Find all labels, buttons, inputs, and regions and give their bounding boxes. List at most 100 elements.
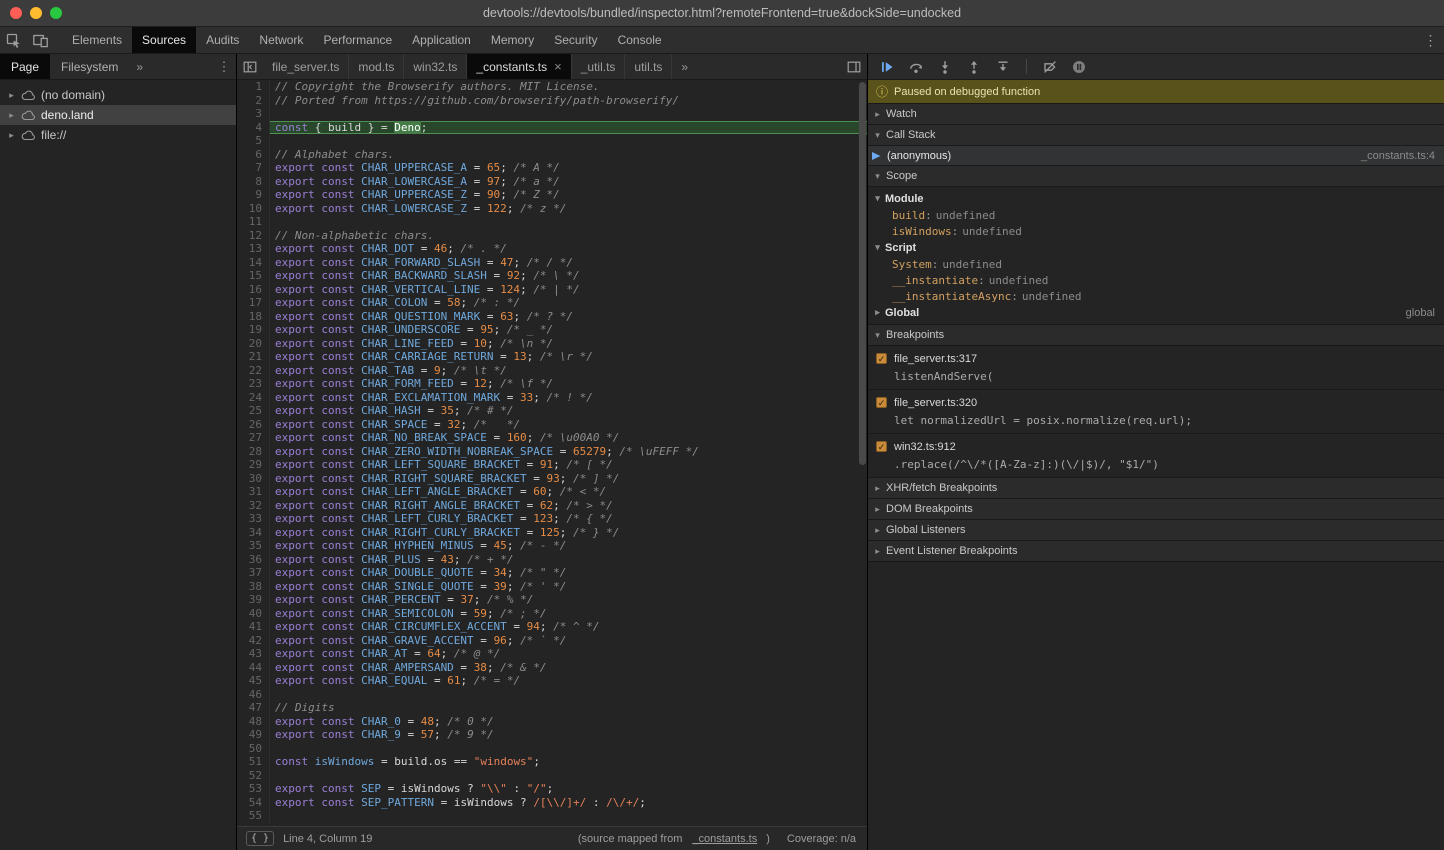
line-number[interactable]: 55 bbox=[237, 809, 270, 823]
file-tab-util-ts[interactable]: util.ts bbox=[625, 54, 672, 79]
line-number[interactable]: 39 bbox=[237, 593, 270, 607]
tab-network[interactable]: Network bbox=[249, 27, 313, 53]
line-number[interactable]: 8 bbox=[237, 175, 270, 189]
line-number[interactable]: 45 bbox=[237, 674, 270, 688]
tab-elements[interactable]: Elements bbox=[62, 27, 132, 53]
navigator-item-no-domain[interactable]: ▸(no domain) bbox=[0, 85, 236, 105]
line-number[interactable]: 17 bbox=[237, 296, 270, 310]
line-number[interactable]: 23 bbox=[237, 377, 270, 391]
tab-audits[interactable]: Audits bbox=[196, 27, 249, 53]
line-number[interactable]: 28 bbox=[237, 445, 270, 459]
line-number[interactable]: 53 bbox=[237, 782, 270, 796]
navigator-tab-filesystem[interactable]: Filesystem bbox=[50, 54, 129, 79]
step-into-button[interactable] bbox=[936, 58, 954, 76]
section-watch[interactable]: ▸ Watch bbox=[868, 103, 1444, 125]
navigator-toggle-icon[interactable] bbox=[237, 54, 263, 79]
line-number[interactable]: 4 bbox=[237, 121, 270, 135]
section-xhr-fetch-breakpoints[interactable]: ▸XHR/fetch Breakpoints bbox=[868, 477, 1444, 499]
tab-sources[interactable]: Sources bbox=[132, 27, 196, 53]
scope-section-global[interactable]: ▸Globalglobal bbox=[868, 304, 1444, 321]
line-number[interactable]: 5 bbox=[237, 134, 270, 148]
line-number[interactable]: 44 bbox=[237, 661, 270, 675]
section-breakpoints[interactable]: ▾ Breakpoints bbox=[868, 324, 1444, 346]
pause-on-exceptions-button[interactable] bbox=[1070, 58, 1088, 76]
line-number[interactable]: 49 bbox=[237, 728, 270, 742]
inspect-element-button[interactable] bbox=[0, 27, 27, 53]
line-number[interactable]: 38 bbox=[237, 580, 270, 594]
device-toolbar-button[interactable] bbox=[27, 27, 54, 53]
section-scope[interactable]: ▾ Scope bbox=[868, 165, 1444, 187]
call-stack-frame[interactable]: (anonymous)_constants.ts:4 bbox=[868, 146, 1444, 166]
line-number[interactable]: 40 bbox=[237, 607, 270, 621]
more-navigator-tabs-button[interactable]: » bbox=[129, 54, 150, 79]
tab-performance[interactable]: Performance bbox=[313, 27, 402, 53]
editor-scrollbar[interactable] bbox=[859, 82, 866, 465]
file-tab-_util-ts[interactable]: _util.ts bbox=[572, 54, 626, 79]
scope-variable[interactable]: build:undefined bbox=[868, 207, 1444, 223]
scope-section-module[interactable]: ▾Module bbox=[868, 190, 1444, 207]
line-number[interactable]: 30 bbox=[237, 472, 270, 486]
step-out-button[interactable] bbox=[965, 58, 983, 76]
scope-variable[interactable]: __instantiate:undefined bbox=[868, 272, 1444, 288]
line-number[interactable]: 11 bbox=[237, 215, 270, 229]
tab-console[interactable]: Console bbox=[608, 27, 672, 53]
line-number[interactable]: 26 bbox=[237, 418, 270, 432]
line-number[interactable]: 47 bbox=[237, 701, 270, 715]
line-number[interactable]: 14 bbox=[237, 256, 270, 270]
source-mapped-file-link[interactable]: _constants.ts bbox=[692, 833, 757, 845]
line-number[interactable]: 36 bbox=[237, 553, 270, 567]
line-number[interactable]: 13 bbox=[237, 242, 270, 256]
zoom-window-button[interactable] bbox=[50, 7, 62, 19]
pretty-print-button[interactable]: { } bbox=[246, 831, 274, 846]
tab-security[interactable]: Security bbox=[544, 27, 607, 53]
line-number[interactable]: 22 bbox=[237, 364, 270, 378]
line-number[interactable]: 48 bbox=[237, 715, 270, 729]
file-tab-win32-ts[interactable]: win32.ts bbox=[404, 54, 467, 79]
line-number[interactable]: 50 bbox=[237, 742, 270, 756]
step-over-button[interactable] bbox=[907, 58, 925, 76]
step-button[interactable] bbox=[994, 58, 1012, 76]
navigator-tab-page[interactable]: Page bbox=[0, 54, 50, 79]
line-number[interactable]: 29 bbox=[237, 458, 270, 472]
line-number[interactable]: 9 bbox=[237, 188, 270, 202]
line-number[interactable]: 51 bbox=[237, 755, 270, 769]
line-number[interactable]: 7 bbox=[237, 161, 270, 175]
line-number[interactable]: 20 bbox=[237, 337, 270, 351]
file-tab-mod-ts[interactable]: mod.ts bbox=[349, 54, 404, 79]
scope-variable[interactable]: System:undefined bbox=[868, 256, 1444, 272]
line-number[interactable]: 32 bbox=[237, 499, 270, 513]
breakpoint-checkbox[interactable]: ✓ bbox=[876, 441, 887, 452]
more-open-tabs-button[interactable]: » bbox=[672, 54, 697, 79]
navigator-item-file[interactable]: ▸file:// bbox=[0, 125, 236, 145]
main-menu-button[interactable]: ⋮ bbox=[1417, 27, 1444, 53]
tab-memory[interactable]: Memory bbox=[481, 27, 544, 53]
line-number[interactable]: 27 bbox=[237, 431, 270, 445]
line-number[interactable]: 18 bbox=[237, 310, 270, 324]
resume-script-button[interactable] bbox=[878, 58, 896, 76]
scope-variable[interactable]: isWindows:undefined bbox=[868, 223, 1444, 239]
line-number[interactable]: 2 bbox=[237, 94, 270, 108]
panel-toggle-icon[interactable] bbox=[841, 54, 867, 79]
close-window-button[interactable] bbox=[10, 7, 22, 19]
line-number[interactable]: 21 bbox=[237, 350, 270, 364]
line-number[interactable]: 31 bbox=[237, 485, 270, 499]
line-number[interactable]: 25 bbox=[237, 404, 270, 418]
file-tab-_constants-ts[interactable]: _constants.ts× bbox=[467, 54, 571, 79]
line-number[interactable]: 37 bbox=[237, 566, 270, 580]
breakpoint-checkbox[interactable]: ✓ bbox=[876, 353, 887, 364]
tab-application[interactable]: Application bbox=[402, 27, 481, 53]
line-number[interactable]: 52 bbox=[237, 769, 270, 783]
line-number[interactable]: 34 bbox=[237, 526, 270, 540]
line-number[interactable]: 35 bbox=[237, 539, 270, 553]
line-number[interactable]: 33 bbox=[237, 512, 270, 526]
line-number[interactable]: 15 bbox=[237, 269, 270, 283]
line-number[interactable]: 3 bbox=[237, 107, 270, 121]
deactivate-breakpoints-button[interactable] bbox=[1041, 58, 1059, 76]
line-number[interactable]: 24 bbox=[237, 391, 270, 405]
navigator-item-deno-land[interactable]: ▸deno.land bbox=[0, 105, 236, 125]
line-number[interactable]: 54 bbox=[237, 796, 270, 810]
breakpoint-checkbox[interactable]: ✓ bbox=[876, 397, 887, 408]
line-number[interactable]: 43 bbox=[237, 647, 270, 661]
navigator-menu-button[interactable]: ⋮ bbox=[212, 54, 236, 79]
line-number[interactable]: 19 bbox=[237, 323, 270, 337]
